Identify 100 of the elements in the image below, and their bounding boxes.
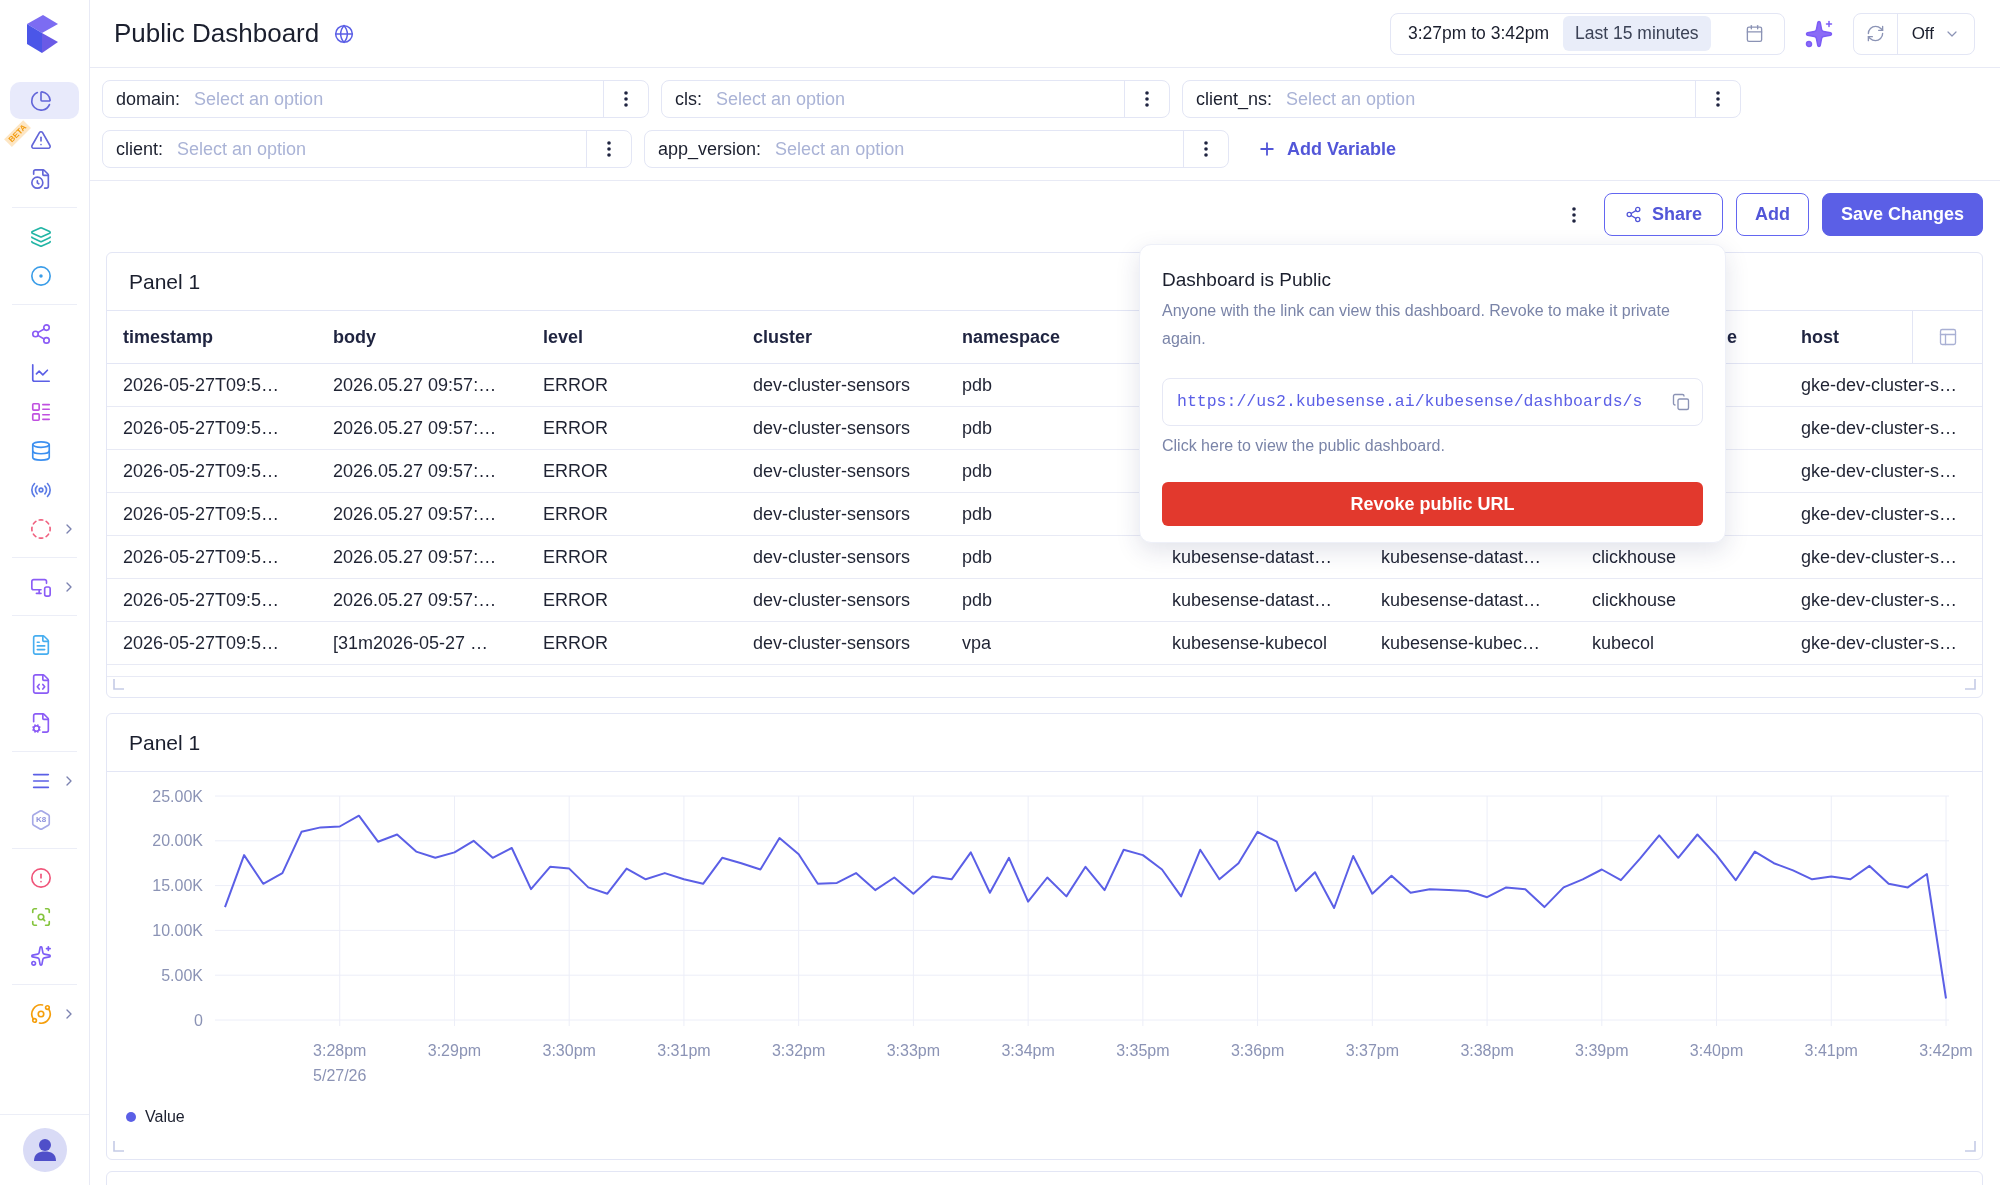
toolbar-button[interactable]: Add [1735, 193, 1809, 236]
scan-search-icon [30, 905, 52, 928]
sparkles-icon [1803, 18, 1834, 49]
select-field[interactable]: Select an option [177, 131, 586, 167]
copy-button[interactable] [1672, 393, 1690, 411]
x-axis-label: 3:40pm [1689, 1042, 1744, 1059]
table-layout-icon [1937, 327, 1958, 347]
dashed-circle-icon [30, 517, 52, 540]
code-file-icon [30, 672, 52, 695]
dashboard-title: Public Dashboard [114, 17, 320, 50]
x-axis-label: 3:33pm [886, 1042, 941, 1059]
variable-select[interactable]: client: Select an option [102, 130, 632, 168]
refresh-interval-dropdown[interactable]: Off [1897, 13, 1974, 54]
table-cell: [31m2026-05-27 … [317, 622, 527, 665]
sidebar-item[interactable] [10, 82, 79, 119]
hexagon-icon [30, 808, 52, 831]
table-cell: gke-dev-cluster-s… [1785, 364, 1982, 407]
preset-chip[interactable]: Last 15 minutes [1563, 16, 1711, 51]
table-cell: gke-dev-cluster-s… [1785, 622, 1982, 665]
plus-icon [1257, 139, 1277, 159]
variable-label: cls: [674, 87, 703, 111]
toolbar-button[interactable]: Save Changes [1821, 193, 1983, 236]
refresh-icon [1865, 24, 1885, 43]
toolbar-button[interactable]: Share [1603, 193, 1723, 236]
select-field[interactable]: Select an option [194, 81, 603, 117]
table-cell: ERROR [527, 450, 737, 493]
y-axis-label: 25.00K [152, 787, 203, 805]
more-icon [607, 141, 611, 157]
variable-select[interactable]: cls: Select an option [661, 80, 1170, 118]
table-cell: gke-dev-cluster-s… [1785, 407, 1982, 450]
variable-label: client_ns: [1195, 87, 1274, 112]
table-cell: kubesense-datast… [1156, 579, 1365, 622]
variable-select[interactable]: app_version: Select an option [644, 130, 1229, 168]
table-cell: ERROR [527, 407, 737, 450]
x-axis-label: 3:32pm [772, 1042, 826, 1059]
select-field[interactable]: Select an option [1286, 81, 1695, 117]
table-cell: dev-cluster-sensors [737, 579, 946, 622]
table-cell: ERROR [527, 364, 737, 407]
table-cell: clickhouse [1576, 579, 1785, 622]
file-clock-icon [30, 167, 52, 190]
table-cell: gke-dev-cluster-s… [1785, 493, 1982, 536]
url-field[interactable]: https://us2.kubesense.ai/kubesense/dashboards/s [1162, 378, 1703, 426]
table-cell: pdb [946, 536, 1156, 579]
panel-title: Panel 1 [129, 729, 201, 756]
table-cell: gke-dev-cluster-s… [1785, 450, 1982, 493]
table-cell: 2026-05-27T09:5… [107, 579, 317, 622]
table-cell: ERROR [527, 536, 737, 579]
logo-icon[interactable] [24, 14, 60, 54]
x-axis-label: 3:38pm [1460, 1042, 1514, 1059]
add-variable-button[interactable]: Add Variable [1255, 130, 1399, 168]
table-cell: 2026.05.27 09:57:… [317, 579, 527, 622]
variable-select[interactable]: client_ns: Select an option [1182, 80, 1741, 118]
avatar-icon[interactable] [22, 1128, 67, 1172]
public-dashboard-link[interactable]: Click here to view the public dashboard. [1162, 434, 1445, 458]
variable-label: app_version: [657, 137, 763, 162]
target-icon [30, 264, 52, 287]
x-axis-label: 3:36pm [1230, 1042, 1285, 1059]
url-text: https://us2.kubesense.ai/kubesense/dashboards/s [1177, 390, 1643, 413]
warning-icon [30, 128, 52, 151]
table-cell: 2026-05-27T09:5… [107, 407, 317, 450]
calendar-icon [1744, 24, 1764, 43]
line-chart-icon [30, 361, 52, 384]
time-range-picker[interactable]: 3:27pm to 3:42pm Last 15 minutes [1390, 12, 1785, 55]
table-cell: vpa [946, 622, 1156, 665]
table-cell: pdb [946, 579, 1156, 622]
y-axis-label: 20.00K [152, 832, 203, 850]
file-settings-icon [30, 711, 52, 734]
table-cell: kubesense-datast… [1365, 579, 1576, 622]
x-axis-label: 3:35pm [1116, 1042, 1170, 1059]
y-axis-label: 10.00K [152, 921, 203, 939]
x-axis-label: 3:41pm [1804, 1042, 1858, 1059]
table-cell: dev-cluster-sensors [737, 622, 946, 665]
column-header: timestamp [107, 311, 317, 364]
select-field[interactable]: Select an option [775, 131, 1183, 167]
variable-select[interactable]: domain: Select an option [102, 80, 649, 118]
y-axis-label: 0 [194, 1011, 203, 1029]
x-axis-label: 3:30pm [542, 1042, 596, 1059]
variable-label: domain: [115, 87, 182, 111]
sparkles-icon [30, 944, 52, 967]
x-axis-label: 3:31pm [657, 1042, 711, 1059]
x-axis-label: 3:29pm [427, 1042, 482, 1059]
time-range-label: 3:27pm to 3:42pm [1408, 22, 1550, 46]
x-axis-label: 3:39pm [1575, 1042, 1629, 1059]
table-cell: dev-cluster-sensors [737, 450, 946, 493]
list-icon [30, 400, 52, 423]
column-header: host [1800, 325, 1840, 349]
table-cell: 2026.05.27 09:57:… [317, 536, 527, 579]
x-axis-label: 3:37pm [1345, 1042, 1399, 1059]
table-cell: kubecol [1576, 622, 1785, 665]
table-cell: 2026-05-27T09:5… [107, 536, 317, 579]
y-axis-label: 15.00K [152, 877, 203, 895]
column-header: level [527, 311, 737, 364]
select-field[interactable]: Select an option [716, 81, 1124, 117]
table-cell: kubesense-kubec… [1365, 622, 1576, 665]
copy-icon [1672, 393, 1690, 411]
panel-title: Panel 1 [129, 268, 201, 295]
revoke-button[interactable]: Revoke public URL [1162, 482, 1703, 526]
globe-icon [334, 23, 355, 44]
table-cell: dev-cluster-sensors [737, 407, 946, 450]
x-axis-label: 3:34pm [1001, 1042, 1055, 1059]
